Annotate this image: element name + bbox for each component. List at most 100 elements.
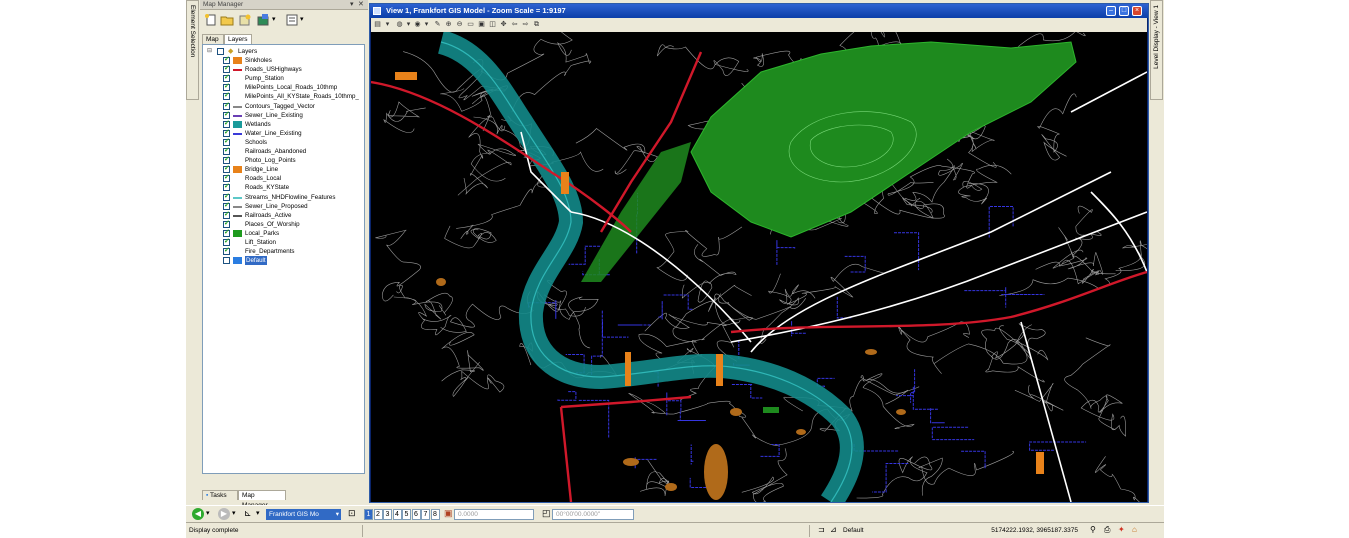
back-icon[interactable]: ◀: [192, 508, 204, 520]
layer-checkbox[interactable]: [223, 173, 230, 183]
level-display-label: Level Display - View 1: [1153, 5, 1160, 69]
layer-checkbox[interactable]: [223, 201, 230, 210]
tab-map[interactable]: Map: [202, 34, 224, 44]
distance-lock-icon[interactable]: ▣: [444, 508, 453, 519]
view-7-button[interactable]: 7: [421, 509, 430, 520]
window-area-icon[interactable]: ▭: [466, 20, 475, 29]
add-data-icon[interactable]: [256, 13, 270, 27]
layer-checkbox[interactable]: [223, 64, 230, 74]
angle-field[interactable]: 00°00'00.0000": [552, 509, 634, 520]
element-selection-tab[interactable]: Element Selection: [186, 0, 199, 100]
minimize-button[interactable]: –: [1106, 6, 1116, 16]
render-icon[interactable]: ◉: [413, 20, 422, 29]
print-icon[interactable]: ⎙: [1104, 525, 1110, 535]
layer-checkbox[interactable]: [223, 101, 230, 110]
layer-name: Water_Line_Existing: [245, 129, 302, 137]
layer-checkbox[interactable]: [223, 55, 230, 64]
view-4-button[interactable]: 4: [392, 509, 402, 520]
back-dropdown-icon[interactable]: ▾: [206, 509, 210, 517]
layer-checkbox[interactable]: [223, 119, 230, 128]
coordinate-readout: 5174222.1932, 3965187.3375: [964, 525, 1084, 537]
root-checkbox[interactable]: [217, 48, 224, 55]
close-icon[interactable]: ✕: [358, 0, 364, 8]
view-8-button[interactable]: 8: [430, 509, 440, 520]
distance-field[interactable]: 0.0000: [454, 509, 534, 520]
properties-icon[interactable]: [285, 13, 299, 27]
layer-symbol-icon: [233, 229, 242, 237]
layer-name: Pump_Station: [245, 75, 284, 83]
layer-checkbox[interactable]: [223, 228, 230, 237]
forward-dropdown-icon[interactable]: ▾: [232, 509, 236, 517]
layer-name: Photo_Log_Points: [245, 157, 296, 165]
element-icon[interactable]: ⊾: [244, 508, 252, 519]
pan-view-icon[interactable]: ✥: [499, 20, 508, 29]
layer-checkbox[interactable]: [223, 237, 230, 246]
render-dropdown-icon[interactable]: ▾: [422, 20, 431, 29]
layer-checkbox[interactable]: [223, 164, 230, 174]
tab-tasks-label: Tasks: [210, 492, 227, 499]
layer-checkbox[interactable]: [223, 82, 230, 92]
properties-dropdown-icon[interactable]: ▾: [300, 13, 314, 27]
layer-checkbox[interactable]: [223, 219, 230, 228]
layer-checkbox[interactable]: [223, 91, 230, 101]
level-display-tab[interactable]: Level Display - View 1: [1150, 0, 1163, 100]
layer-checkbox[interactable]: [223, 146, 230, 155]
view-1-button[interactable]: 1: [364, 509, 373, 520]
open-folder-icon[interactable]: [220, 13, 234, 27]
layer-checkbox[interactable]: [223, 155, 230, 165]
zoom-in-icon[interactable]: ⊕: [444, 20, 453, 29]
view-attributes-dropdown-icon[interactable]: ▾: [383, 20, 392, 29]
close-button[interactable]: ×: [1132, 6, 1142, 16]
lock-icon[interactable]: ⊐: [818, 525, 825, 534]
layer-checkbox[interactable]: [223, 182, 230, 192]
update-icon[interactable]: ✎: [433, 20, 442, 29]
save-status-icon[interactable]: ✦: [1118, 525, 1125, 534]
layer-name: Lift_Station: [245, 239, 276, 246]
view-2-button[interactable]: 2: [373, 509, 383, 520]
new-map-icon[interactable]: [204, 13, 218, 27]
layer-checkbox[interactable]: [223, 128, 230, 137]
active-level[interactable]: Default: [840, 525, 960, 537]
layer-checkbox[interactable]: [223, 210, 230, 219]
display-style-icon[interactable]: ◍: [395, 20, 404, 29]
view-6-button[interactable]: 6: [411, 509, 421, 520]
rotate-view-icon[interactable]: ◫: [488, 20, 497, 29]
view-window-icon: [373, 7, 381, 15]
snap-icon[interactable]: ⚲: [1090, 525, 1096, 534]
layer-checkbox[interactable]: [223, 246, 230, 256]
map-canvas[interactable]: [371, 32, 1147, 502]
view-3-button[interactable]: 3: [383, 509, 392, 520]
maximize-button[interactable]: □: [1119, 6, 1129, 16]
zoom-out-icon[interactable]: ⊖: [455, 20, 464, 29]
forward-icon[interactable]: ▶: [218, 508, 230, 520]
layer-checkbox[interactable]: [223, 137, 230, 146]
view-attributes-icon[interactable]: ▤: [373, 20, 382, 29]
view-previous-icon[interactable]: ⇦: [510, 20, 519, 29]
fit-view-icon[interactable]: ▣: [477, 20, 486, 29]
pin-icon[interactable]: ▾: [350, 0, 354, 8]
model-select-arrow-icon[interactable]: ▾: [336, 509, 339, 520]
layer-name: Railroads_Abandoned: [245, 148, 307, 155]
tab-layers[interactable]: Layers: [224, 34, 252, 44]
tab-tasks[interactable]: ▪ Tasks: [202, 490, 238, 500]
layer-checkbox[interactable]: [223, 192, 230, 201]
angle-lock-icon[interactable]: ◰: [542, 508, 551, 519]
view-next-icon[interactable]: ⇨: [521, 20, 530, 29]
dropdown-arrow-icon[interactable]: ▾: [272, 13, 286, 27]
models-icon[interactable]: ⊡: [348, 508, 356, 519]
collapse-icon[interactable]: ⊟: [207, 47, 212, 54]
tab-map-manager[interactable]: Map Manager: [238, 490, 286, 509]
layers-folder-icon: ◆: [228, 48, 234, 55]
copy-view-icon[interactable]: ⧉: [532, 20, 541, 29]
layer-checkbox[interactable]: [223, 110, 230, 119]
accudraw-icon[interactable]: ⊿: [830, 525, 837, 534]
display-style-dropdown-icon[interactable]: ▾: [404, 20, 413, 29]
view-5-button[interactable]: 5: [402, 509, 411, 520]
home-icon[interactable]: ⌂: [1132, 525, 1137, 534]
add-layer-icon[interactable]: [238, 13, 252, 27]
layer-checkbox[interactable]: [223, 73, 230, 83]
layer-checkbox[interactable]: [223, 257, 230, 265]
element-dropdown-icon[interactable]: ▾: [256, 509, 260, 517]
layer-name: Local_Parks: [245, 229, 280, 237]
model-select[interactable]: Frankfort GIS Mo ▾: [266, 509, 341, 520]
